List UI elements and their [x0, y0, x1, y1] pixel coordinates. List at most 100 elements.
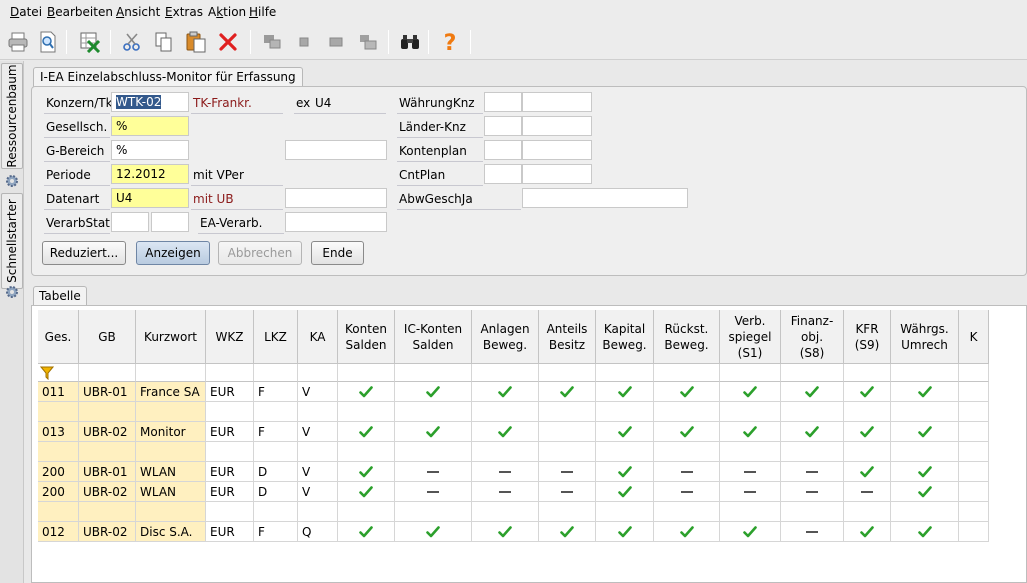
table-cell-status[interactable]	[654, 442, 720, 462]
cntplan-input[interactable]	[484, 164, 522, 184]
table-cell-ka[interactable]: Q	[298, 522, 338, 542]
table-cell-status[interactable]	[596, 522, 654, 542]
table-cell-status[interactable]	[720, 522, 781, 542]
table-cell-kurzwort[interactable]: France SA	[136, 382, 206, 402]
table-cell-status[interactable]	[959, 522, 989, 542]
table-cell-status[interactable]	[539, 442, 596, 462]
side-tab-schnellstarter[interactable]: Schnellstarter	[1, 193, 23, 289]
table-cell-status[interactable]	[844, 422, 891, 442]
table-cell-status[interactable]	[395, 502, 472, 522]
table-cell-kurzwort[interactable]: Disc S.A.	[136, 522, 206, 542]
table-cell-status[interactable]	[654, 462, 720, 482]
table-cell-status[interactable]	[781, 462, 844, 482]
table-cell-status[interactable]	[781, 402, 844, 422]
table-cell-ka[interactable]	[298, 442, 338, 462]
gear-icon[interactable]	[4, 284, 20, 300]
verarbstat-input[interactable]	[111, 212, 149, 232]
table-cell-status[interactable]	[781, 382, 844, 402]
menu-extras[interactable]: Extras	[165, 5, 203, 19]
table-cell-status[interactable]	[539, 422, 596, 442]
column-header[interactable]: KFR (S9)	[844, 310, 891, 364]
table-cell-status[interactable]	[959, 422, 989, 442]
table-cell-status[interactable]	[596, 402, 654, 422]
table-cell-status[interactable]	[781, 522, 844, 542]
ende-button[interactable]: Ende	[311, 241, 364, 265]
menu-datei[interactable]: Datei	[10, 5, 42, 19]
table-cell-status[interactable]	[654, 402, 720, 422]
filter-cell[interactable]	[206, 364, 254, 382]
table-cell-status[interactable]	[338, 442, 395, 462]
table-cell-wkz[interactable]: EUR	[206, 522, 254, 542]
table-cell-status[interactable]	[844, 502, 891, 522]
window-small-icon[interactable]	[290, 28, 318, 56]
filter-cell[interactable]	[654, 364, 720, 382]
verarbstat-input-2[interactable]	[151, 212, 189, 232]
column-header[interactable]: K	[959, 310, 989, 364]
table-cell-gb[interactable]	[79, 502, 136, 522]
column-header[interactable]: Konten Salden	[338, 310, 395, 364]
column-header[interactable]: KA	[298, 310, 338, 364]
window-medium-icon[interactable]	[322, 28, 350, 56]
table-cell-status[interactable]	[844, 522, 891, 542]
table-cell-status[interactable]	[338, 402, 395, 422]
table-cell-wkz[interactable]: EUR	[206, 422, 254, 442]
table-cell-status[interactable]	[654, 502, 720, 522]
table-cell-status[interactable]	[891, 382, 959, 402]
table-cell-status[interactable]	[395, 522, 472, 542]
table-cell-lkz[interactable]: F	[254, 422, 298, 442]
table-cell-status[interactable]	[395, 382, 472, 402]
table-cell-status[interactable]	[654, 382, 720, 402]
table-cell-status[interactable]	[891, 462, 959, 482]
table-cell-status[interactable]	[596, 382, 654, 402]
column-header[interactable]: Währgs. Umrech	[891, 310, 959, 364]
table-cell-status[interactable]	[395, 462, 472, 482]
menu-ansicht[interactable]: Ansicht	[116, 5, 160, 19]
table-cell-kurzwort[interactable]	[136, 442, 206, 462]
binoculars-icon[interactable]	[396, 28, 424, 56]
gbereich-input[interactable]: %	[111, 140, 189, 160]
table-cell-ges[interactable]: 013	[38, 422, 79, 442]
print-icon[interactable]	[4, 28, 32, 56]
table-cell-status[interactable]	[472, 462, 539, 482]
help-icon[interactable]: ?	[436, 28, 464, 56]
abwgeschja-input[interactable]	[522, 188, 688, 208]
table-tab[interactable]: Tabelle	[33, 286, 87, 306]
table-cell-wkz[interactable]	[206, 502, 254, 522]
filter-cell[interactable]	[539, 364, 596, 382]
table-cell-status[interactable]	[539, 482, 596, 502]
menu-aktion[interactable]: Aktion	[208, 5, 246, 19]
table-cell-status[interactable]	[539, 522, 596, 542]
table-cell-status[interactable]	[844, 382, 891, 402]
table-cell-lkz[interactable]: F	[254, 522, 298, 542]
table-cell-status[interactable]	[596, 442, 654, 462]
table-cell-status[interactable]	[720, 382, 781, 402]
table-cell-status[interactable]	[395, 442, 472, 462]
table-cell-status[interactable]	[654, 482, 720, 502]
table-cell-status[interactable]	[472, 402, 539, 422]
paste-icon[interactable]	[182, 28, 210, 56]
table-cell-status[interactable]	[654, 522, 720, 542]
table-cell-status[interactable]	[338, 462, 395, 482]
table-cell-status[interactable]	[891, 482, 959, 502]
table-cell-status[interactable]	[596, 462, 654, 482]
reduziert-button[interactable]: Reduziert...	[42, 241, 126, 265]
table-cell-status[interactable]	[472, 522, 539, 542]
filter-cell[interactable]	[720, 364, 781, 382]
column-header[interactable]: Kapital Beweg.	[596, 310, 654, 364]
table-cell-ka[interactable]: V	[298, 422, 338, 442]
table-cell-kurzwort[interactable]: WLAN	[136, 482, 206, 502]
table-cell-status[interactable]	[959, 502, 989, 522]
table-cell-lkz[interactable]	[254, 402, 298, 422]
column-header[interactable]: IC-Konten Salden	[395, 310, 472, 364]
side-tab-ressourcenbaum[interactable]: Ressourcenbaum	[1, 63, 23, 169]
table-cell-ges[interactable]: 012	[38, 522, 79, 542]
table-cell-status[interactable]	[891, 422, 959, 442]
table-cell-status[interactable]	[959, 462, 989, 482]
table-cell-status[interactable]	[472, 502, 539, 522]
table-cell-status[interactable]	[781, 422, 844, 442]
table-cell-ges[interactable]: 200	[38, 462, 79, 482]
table-cell-status[interactable]	[720, 402, 781, 422]
filter-icon[interactable]	[40, 366, 54, 380]
table-cell-gb[interactable]: UBR-02	[79, 522, 136, 542]
table-cell-status[interactable]	[539, 382, 596, 402]
